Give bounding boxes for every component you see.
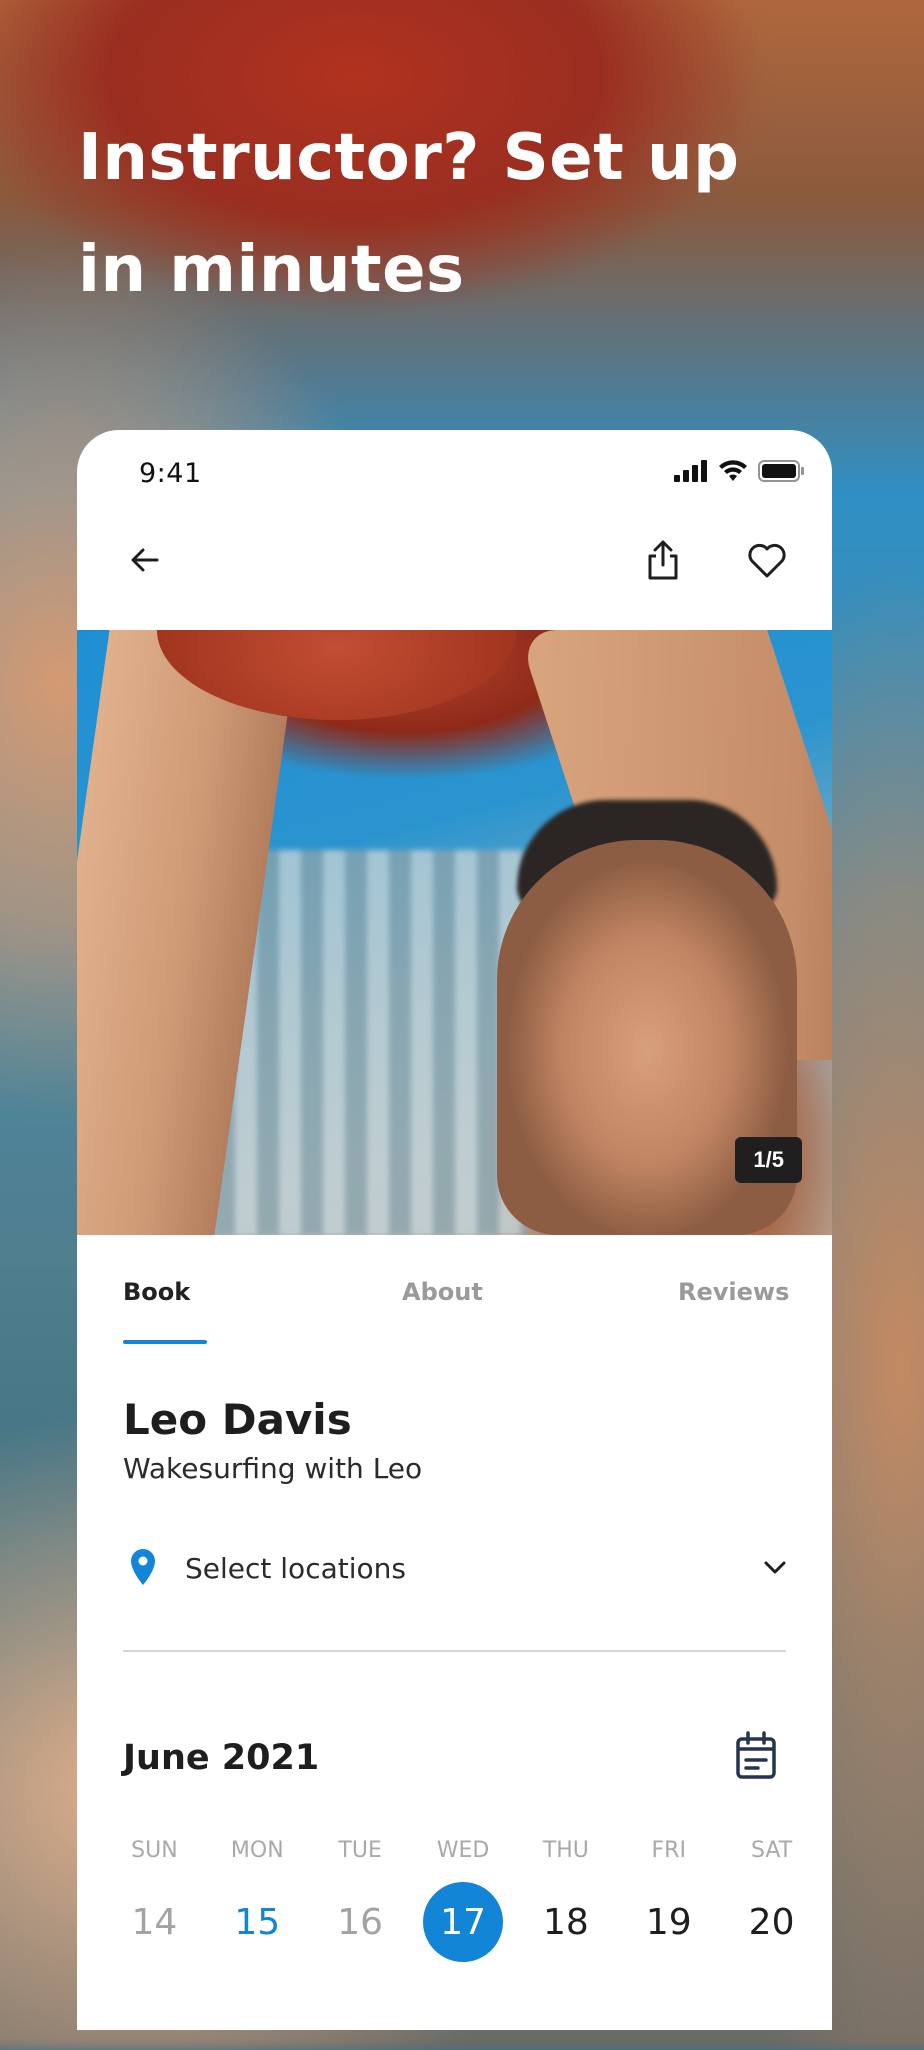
instructor-name: Leo Davis bbox=[123, 1395, 352, 1444]
day-20[interactable]: 20 bbox=[720, 1880, 823, 1964]
status-bar: 9:41 bbox=[77, 430, 832, 510]
day-16[interactable]: 16 bbox=[309, 1880, 412, 1964]
top-nav bbox=[77, 530, 832, 620]
day-15[interactable]: 15 bbox=[206, 1880, 309, 1964]
calendar-icon bbox=[736, 1731, 776, 1779]
headline: Instructor? Set up in minutes bbox=[78, 102, 838, 326]
location-label: Select locations bbox=[185, 1552, 406, 1585]
divider bbox=[123, 1650, 786, 1652]
calendar-button[interactable] bbox=[732, 1730, 780, 1782]
day-17-selected[interactable]: 17 bbox=[412, 1880, 515, 1964]
arrow-left-icon bbox=[131, 548, 159, 572]
phone-screen: 9:41 1/5 Book About Reviews Leo Davis Wa… bbox=[77, 430, 832, 2030]
day-19[interactable]: 19 bbox=[617, 1880, 720, 1964]
favorite-button[interactable] bbox=[737, 530, 797, 590]
day-18[interactable]: 18 bbox=[514, 1880, 617, 1964]
tab-book[interactable]: Book bbox=[123, 1278, 190, 1306]
day-17-label: 17 bbox=[440, 1901, 486, 1943]
share-button[interactable] bbox=[633, 530, 693, 590]
day-row: 14 15 16 17 18 19 20 bbox=[103, 1880, 823, 1964]
tab-reviews[interactable]: Reviews bbox=[678, 1278, 789, 1306]
map-pin-icon bbox=[131, 1549, 155, 1585]
signal-icon bbox=[674, 460, 707, 482]
weekday-fri: FRI bbox=[651, 1838, 686, 1863]
instructor-subtitle: Wakesurfing with Leo bbox=[123, 1452, 423, 1485]
tab-bar: Book About Reviews bbox=[77, 1270, 832, 1340]
heart-icon bbox=[748, 543, 786, 578]
back-button[interactable] bbox=[115, 530, 175, 590]
share-icon bbox=[648, 540, 678, 580]
weekday-sat: SAT bbox=[751, 1838, 793, 1863]
chevron-down-icon bbox=[764, 1561, 786, 1574]
weekday-tue: TUE bbox=[338, 1838, 382, 1863]
weekday-mon: MON bbox=[230, 1838, 284, 1863]
calendar-month: June 2021 bbox=[123, 1738, 320, 1778]
gallery-counter: 1/5 bbox=[735, 1137, 802, 1183]
weekday-wed: WED bbox=[436, 1838, 490, 1863]
status-time: 9:41 bbox=[139, 458, 202, 489]
status-icons bbox=[674, 460, 804, 482]
weekday-sun: SUN bbox=[131, 1838, 178, 1863]
battery-icon bbox=[758, 460, 804, 482]
headline-line-2: in minutes bbox=[78, 233, 465, 307]
tab-about[interactable]: About bbox=[402, 1278, 483, 1306]
tab-active-indicator bbox=[123, 1340, 207, 1344]
location-select[interactable]: Select locations bbox=[123, 1542, 786, 1602]
weekday-header: SUN MON TUE WED THU FRI SAT bbox=[103, 1838, 823, 1863]
weekday-thu: THU bbox=[542, 1838, 589, 1863]
wifi-icon bbox=[719, 460, 747, 481]
day-14[interactable]: 14 bbox=[103, 1880, 206, 1964]
headline-line-1: Instructor? Set up bbox=[78, 121, 740, 195]
photo-gallery[interactable]: 1/5 bbox=[77, 630, 832, 1235]
